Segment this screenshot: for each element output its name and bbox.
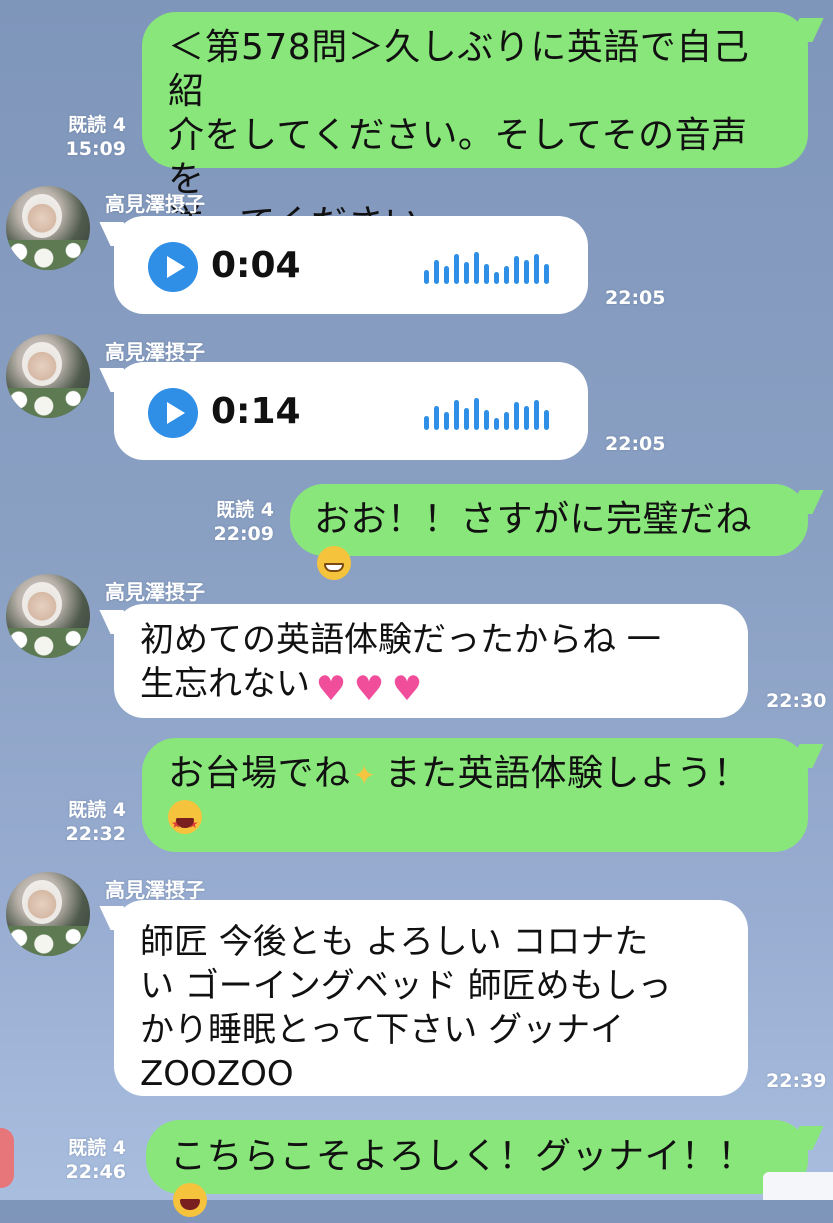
message-text: お台場でね <box>168 753 351 794</box>
message-text: また英語体験しよう！ <box>384 753 750 794</box>
message-text-line: 師匠 今後とも よろしい コロナた <box>140 922 649 962</box>
message-text-line: い ゴーイングベッド 師匠めもしっ <box>140 966 672 1006</box>
message-text: 生忘れない <box>140 664 310 704</box>
voice-message-bubble[interactable]: 0:14 <box>114 362 588 460</box>
outgoing-message-bubble[interactable]: こちらこそよろしく！グッナイ！！ <box>146 1120 808 1217</box>
message-text-line: ZOOZOO <box>140 1054 294 1094</box>
message-text-line: 介をしてください。そしてその音声を <box>168 115 748 200</box>
outgoing-message-bubble[interactable]: お台場でね✦ また英語体験しよう！ <box>142 738 808 852</box>
avatar-face <box>22 880 62 924</box>
avatar-flowers <box>6 240 90 270</box>
avatar[interactable] <box>6 574 90 658</box>
chat-timeline[interactable]: 既読 4 15:09 ＜第578問＞久しぶりに英語で自己紹 介をしてください。そ… <box>0 0 833 1217</box>
message-time: 22:32 <box>65 823 126 845</box>
voice-duration: 0:04 <box>211 245 301 286</box>
message-text-line <box>168 796 782 846</box>
message-text: おお！！さすがに完璧だね <box>314 499 753 540</box>
star-struck-icon <box>168 800 202 846</box>
edge-badge <box>0 1128 14 1188</box>
message-text: こちらこそよろしく！グッナイ！！ <box>170 1136 755 1177</box>
message-meta: 既読 4 22:32 <box>40 798 126 846</box>
waveform-icon <box>424 248 564 284</box>
read-receipt: 既読 4 <box>68 1137 126 1159</box>
avatar-face <box>22 194 62 238</box>
avatar-face <box>22 342 62 386</box>
grinning-face-icon <box>317 546 351 580</box>
avatar-face <box>22 582 62 626</box>
incoming-message-bubble[interactable]: 初めての英語体験だったからね 一 生忘れない ♥ ♥ ♥ <box>114 604 748 718</box>
message-time: 22:39 <box>766 1070 827 1092</box>
sender-name: 高見澤摂子 <box>105 340 205 364</box>
message-text-line: お台場でね✦ また英語体験しよう！ <box>168 752 782 796</box>
message-time: 22:30 <box>766 690 827 712</box>
play-icon[interactable] <box>148 242 198 292</box>
avatar[interactable] <box>6 334 90 418</box>
avatar-flowers <box>6 926 90 956</box>
read-receipt: 既読 4 <box>68 114 126 136</box>
sparkling-heart-icon: ♥ <box>391 669 423 709</box>
message-text-line: 生忘れない ♥ ♥ ♥ <box>140 662 722 706</box>
message-time: 22:46 <box>65 1161 126 1183</box>
outgoing-message-bubble[interactable]: ＜第578問＞久しぶりに英語で自己紹 介をしてください。そしてその音声を 送って… <box>142 12 808 244</box>
sparkling-heart-icon: ♥ <box>315 669 347 709</box>
read-receipt: 既読 4 <box>68 799 126 821</box>
message-time: 15:09 <box>65 138 126 160</box>
laughing-face-icon <box>173 1183 207 1217</box>
avatar[interactable] <box>6 186 90 270</box>
outgoing-message-bubble[interactable]: おお！！さすがに完璧だね <box>290 484 808 580</box>
message-time: 22:09 <box>213 523 274 545</box>
avatar[interactable] <box>6 872 90 956</box>
message-time: 22:05 <box>605 433 666 455</box>
play-icon[interactable] <box>148 388 198 438</box>
avatar-flowers <box>6 388 90 418</box>
corner-overlay <box>763 1172 833 1200</box>
voice-duration: 0:14 <box>211 391 301 432</box>
avatar-flowers <box>6 628 90 658</box>
message-time: 22:05 <box>605 287 666 309</box>
message-text-line: ＜第578問＞久しぶりに英語で自己紹 <box>168 27 750 112</box>
sparkling-heart-icon: ♥ <box>353 669 385 709</box>
sender-name: 高見澤摂子 <box>105 580 205 604</box>
read-receipt: 既読 4 <box>216 499 274 521</box>
waveform-icon <box>424 394 564 430</box>
message-text-line: 初めての英語体験だったからね 一 <box>140 620 661 660</box>
message-meta: 既読 4 22:09 <box>188 498 274 546</box>
sender-name: 高見澤摂子 <box>105 878 205 902</box>
sparkles-icon: ✦ <box>352 759 377 792</box>
voice-message-bubble[interactable]: 0:04 <box>114 216 588 314</box>
sender-name: 高見澤摂子 <box>105 192 205 216</box>
message-meta: 既読 4 22:46 <box>40 1136 126 1184</box>
message-meta: 既読 4 15:09 <box>40 113 126 161</box>
incoming-message-bubble[interactable]: 師匠 今後とも よろしい コロナた い ゴーイングベッド 師匠めもしっ かり睡眠… <box>114 900 748 1096</box>
message-text-line: かり睡眠とって下さい グッナイ <box>140 1010 625 1050</box>
